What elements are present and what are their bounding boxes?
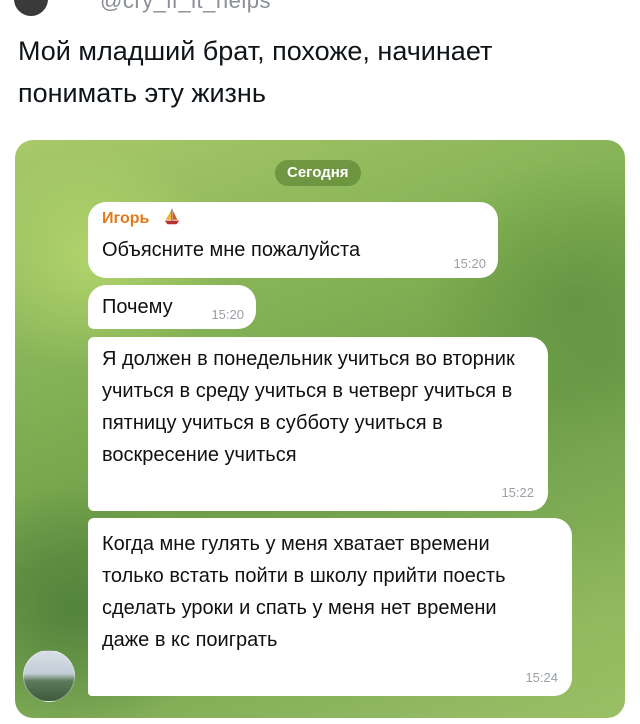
sender-name: Игорь	[102, 210, 150, 227]
author-handle[interactable]: @cry_if_it_helps	[100, 0, 271, 14]
chat-screenshot[interactable]: Сегодня Игорь Объясните мне пожалуйста 1…	[15, 140, 625, 718]
message-text: Я должен в понедельник учиться во вторни…	[102, 348, 515, 466]
message-bubble: Почему 15:20	[88, 285, 256, 329]
sailboat-icon	[164, 208, 180, 225]
message-time: 15:24	[525, 670, 558, 685]
message-bubble: Когда мне гулять у меня хватает времени …	[88, 518, 572, 696]
message-bubble: Я должен в понедельник учиться во вторни…	[88, 337, 548, 511]
message-text: Объясните мне пожалуйста	[102, 239, 361, 261]
author-avatar[interactable]	[14, 0, 48, 16]
message-time: 15:20	[453, 256, 486, 271]
message-bubble: Игорь Объясните мне пожалуйста 15:20	[88, 202, 498, 278]
message-time: 15:22	[501, 485, 534, 500]
message-time: 15:20	[211, 307, 244, 322]
message-text: Когда мне гулять у меня хватает времени …	[102, 533, 506, 651]
message-text: Почему	[102, 296, 173, 318]
tweet-header: @cry_if_it_helps	[0, 0, 640, 20]
date-badge: Сегодня	[275, 160, 361, 186]
tweet-text: Мой младший брат, похоже, начинает поним…	[18, 36, 493, 108]
sender-avatar[interactable]	[23, 650, 75, 702]
